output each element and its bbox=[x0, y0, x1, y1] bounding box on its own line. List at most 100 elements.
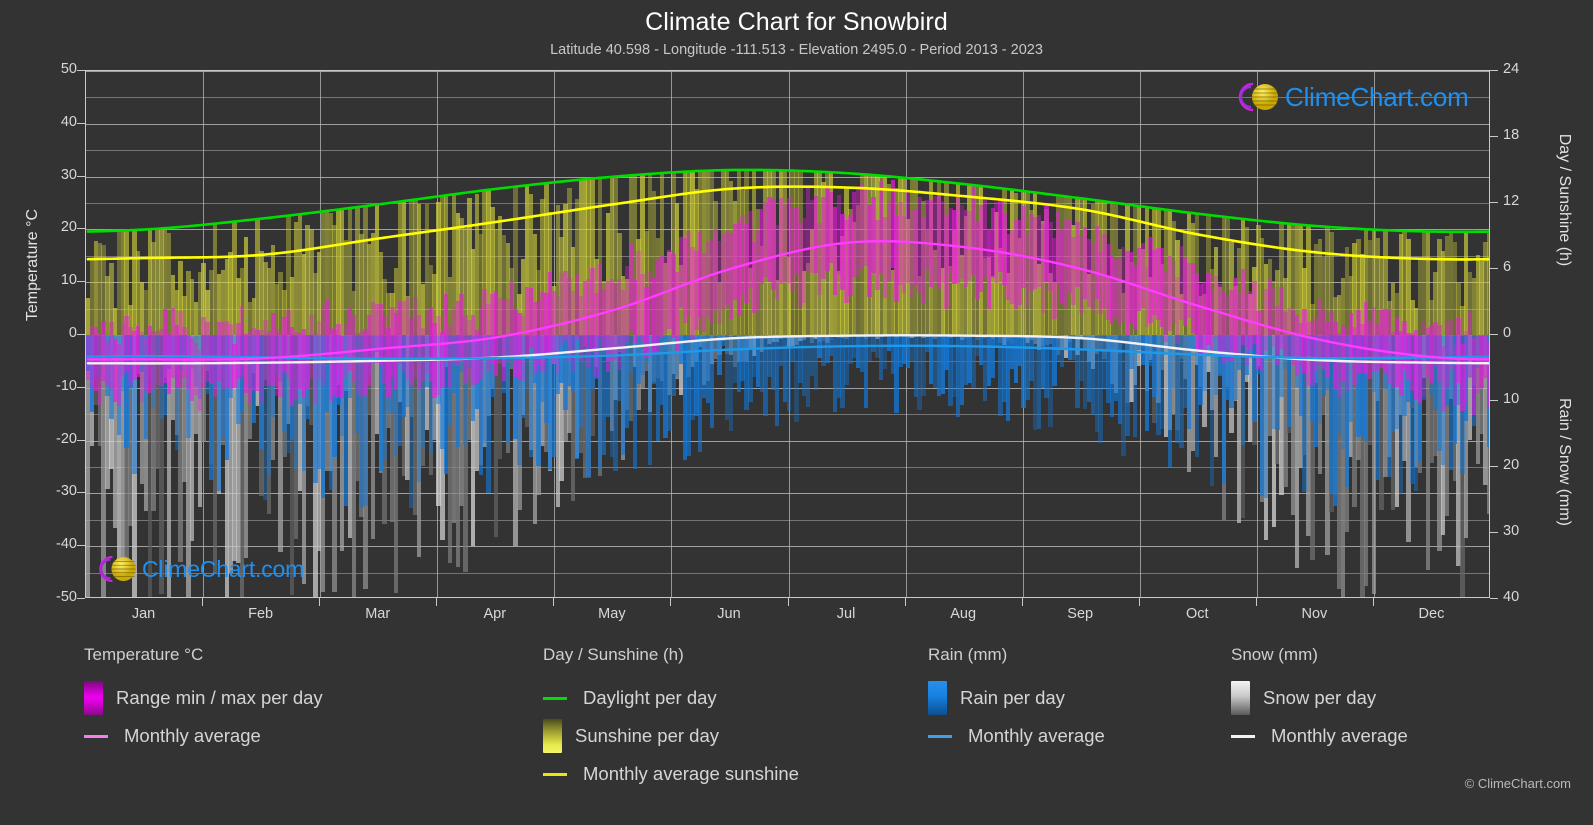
x-axis-month-label: May bbox=[598, 606, 626, 622]
y-axis-right-bottom-tick-label: 40 bbox=[1503, 589, 1520, 605]
copyright-notice: © ClimeChart.com bbox=[1464, 776, 1571, 791]
watermark-logo-top: ClimeChart.com bbox=[1231, 80, 1469, 114]
legend-column: Rain (mm) Rain per day Monthly average bbox=[928, 645, 1105, 755]
legend-column-title: Temperature °C bbox=[84, 645, 204, 664]
x-axis-month-label: Dec bbox=[1418, 606, 1445, 622]
legend-item[interactable]: Daylight per day bbox=[543, 679, 799, 717]
plot-area bbox=[85, 70, 1490, 598]
legend-item[interactable]: Sunshine per day bbox=[543, 717, 799, 755]
x-axis-tick-mark bbox=[1372, 598, 1374, 606]
legend-column-title: Rain (mm) bbox=[928, 645, 1008, 664]
y-axis-right-tick-mark bbox=[1490, 70, 1498, 71]
y-axis-right-tick-mark bbox=[1490, 532, 1498, 533]
y-axis-right-top-tick-label: 0 bbox=[1503, 325, 1512, 341]
y-axis-left-tick-mark bbox=[77, 122, 85, 124]
y-axis-left-tick-label: 0 bbox=[68, 325, 77, 341]
legend-item[interactable]: Range min / max per day bbox=[84, 679, 323, 717]
legend-item[interactable]: Monthly average bbox=[84, 717, 323, 755]
legend-item[interactable]: Snow per day bbox=[1231, 679, 1408, 717]
legend-item[interactable]: Rain per day bbox=[928, 679, 1105, 717]
legend-line-marker bbox=[84, 734, 116, 738]
y-axis-right-bottom-tick-label: 30 bbox=[1503, 523, 1520, 539]
x-axis-tick-mark bbox=[670, 598, 672, 606]
x-axis-tick-mark bbox=[1138, 598, 1140, 606]
legend-item[interactable]: Monthly average bbox=[928, 717, 1105, 755]
snow-average-curve bbox=[86, 334, 1489, 365]
climechart-logo-icon-2 bbox=[99, 555, 136, 583]
y-axis-right-tick-mark bbox=[1490, 334, 1498, 335]
legend-item-label: Monthly average sunshine bbox=[583, 763, 799, 784]
watermark-text-top: ClimeChart.com bbox=[1285, 81, 1469, 112]
y-axis-left-tick-mark bbox=[77, 545, 85, 547]
y-axis-left-tick-mark bbox=[77, 439, 85, 441]
daylight-curve bbox=[86, 168, 1489, 234]
legend-item[interactable]: Monthly average bbox=[1231, 717, 1408, 755]
legend-line bbox=[543, 772, 567, 776]
y-axis-left-tick-mark bbox=[77, 492, 85, 494]
legend-swatch bbox=[543, 719, 562, 753]
x-axis-month-label: Mar bbox=[365, 606, 391, 622]
y-axis-right-tick-mark bbox=[1490, 202, 1498, 203]
legend-column: Temperature °C Range min / max per day Mon… bbox=[84, 645, 323, 755]
legend-swatch bbox=[928, 681, 947, 715]
legend-line bbox=[84, 734, 108, 738]
page-title: Climate Chart for Snowbird bbox=[645, 8, 948, 36]
legend-line bbox=[1231, 734, 1255, 738]
y-axis-left-tick-mark bbox=[77, 228, 85, 230]
x-axis-tick-mark bbox=[319, 598, 321, 606]
y-axis-right-tick-mark bbox=[1490, 400, 1498, 401]
y-axis-right-tick-mark bbox=[1490, 466, 1498, 467]
legend-column-title: Snow (mm) bbox=[1231, 645, 1318, 664]
legend-line-marker bbox=[543, 696, 575, 700]
legend-item-label: Rain per day bbox=[960, 687, 1065, 708]
y-axis-left-tick-mark bbox=[77, 175, 85, 177]
legend-item-label: Daylight per day bbox=[583, 687, 717, 708]
watermark-logo-bottom: ClimeChart.com bbox=[92, 553, 304, 585]
y-axis-right-top-label: Day / Sunshine (h) bbox=[1556, 133, 1573, 267]
x-axis-tick-mark bbox=[202, 598, 204, 606]
y-axis-right-top-tick-label: 12 bbox=[1503, 193, 1520, 209]
y-axis-left-label: Temperature °C bbox=[24, 208, 41, 322]
x-axis-month-label: Feb bbox=[248, 606, 274, 622]
legend-line bbox=[928, 734, 952, 738]
y-axis-left-tick-label: -20 bbox=[56, 430, 77, 447]
y-axis-left-tick-label: -40 bbox=[56, 536, 77, 553]
climechart-logo-icon bbox=[1238, 82, 1278, 112]
x-axis-tick-mark bbox=[1021, 598, 1023, 606]
x-axis-month-label: Aug bbox=[950, 606, 977, 622]
x-axis-tick-mark bbox=[553, 598, 555, 606]
y-axis-right-bottom-label: Rain / Snow (mm) bbox=[1556, 397, 1573, 527]
legend-column: Snow (mm) Snow per day Monthly average bbox=[1231, 645, 1408, 755]
legend-item-label: Sunshine per day bbox=[575, 725, 719, 746]
x-axis-tick-mark bbox=[904, 598, 906, 606]
y-axis-left-tick-mark bbox=[77, 386, 85, 388]
legend-swatch bbox=[1231, 681, 1250, 715]
series-curves bbox=[86, 168, 1489, 365]
y-axis-left-tick-mark bbox=[77, 70, 85, 71]
y-axis-right-tick-mark bbox=[1490, 598, 1498, 599]
legend-item-label: Range min / max per day bbox=[116, 687, 323, 708]
legend-line-marker bbox=[928, 734, 960, 738]
x-axis-month-label: Jan bbox=[131, 606, 156, 622]
legend-item-label: Snow per day bbox=[1263, 687, 1377, 708]
x-axis-month-label: Sep bbox=[1067, 606, 1094, 622]
y-axis-left-tick-label: 20 bbox=[60, 219, 77, 236]
legend-line-marker bbox=[543, 772, 575, 776]
y-axis-left-tick-mark bbox=[77, 598, 85, 599]
x-axis-tick-mark bbox=[1255, 598, 1257, 606]
y-axis-left-tick-label: -30 bbox=[56, 483, 77, 500]
y-axis-right-top-tick-label: 24 bbox=[1503, 61, 1520, 77]
x-axis-month-label: Apr bbox=[483, 606, 507, 622]
x-axis-tick-mark bbox=[436, 598, 438, 606]
y-axis-left-tick-label: -10 bbox=[56, 377, 77, 394]
legend-item[interactable]: Monthly average sunshine bbox=[543, 755, 799, 793]
y-axis-right-tick-mark bbox=[1490, 136, 1498, 137]
watermark-text-bottom: ClimeChart.com bbox=[142, 555, 305, 582]
legend-swatch bbox=[84, 681, 103, 715]
legend-item-label: Monthly average bbox=[968, 725, 1105, 746]
y-axis-left-tick-label: 10 bbox=[60, 272, 77, 289]
y-axis-right-top-tick-label: 18 bbox=[1503, 127, 1520, 143]
y-axis-right-bottom-tick-label: 10 bbox=[1503, 391, 1520, 407]
y-axis-left-tick-label: 50 bbox=[60, 61, 77, 77]
y-axis-left-tick-label: 40 bbox=[60, 113, 77, 130]
